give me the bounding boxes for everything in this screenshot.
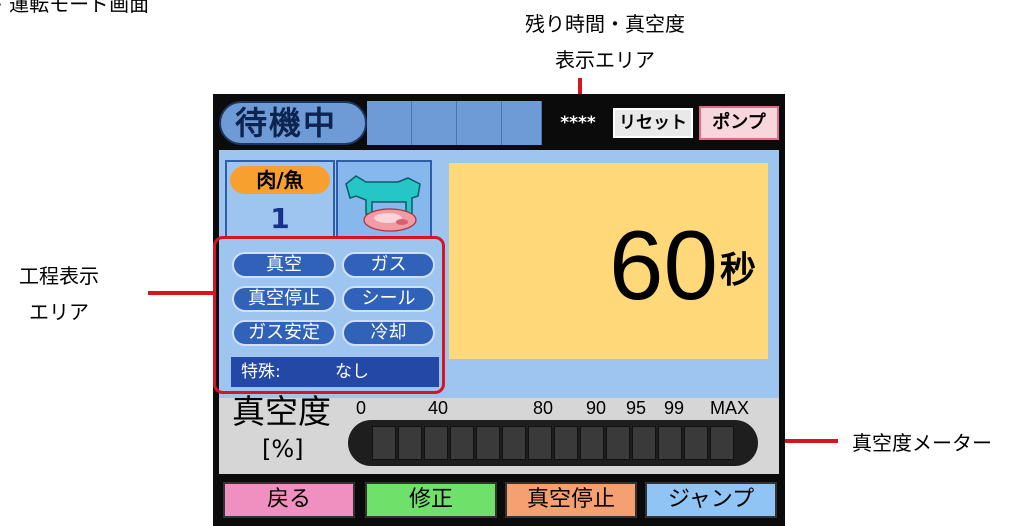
remaining-time-label-line1: 残り時間・真空度 [525, 12, 685, 36]
meter-segment [398, 426, 422, 460]
meter-tick: 80 [533, 398, 554, 418]
header-slot [502, 101, 542, 145]
remaining-time-unit: 秒 [720, 250, 757, 291]
process-label-line2: エリア [29, 300, 89, 324]
meter-tick: 95 [626, 398, 647, 418]
meter-segment [502, 426, 526, 460]
vacuum-stop-button[interactable]: 真空停止 [505, 482, 637, 518]
process-area-highlight [213, 236, 445, 394]
meter-tick: 40 [428, 398, 449, 418]
password-mask: **** [560, 113, 596, 133]
header-slot [412, 101, 457, 145]
vacuum-meter-bar [348, 420, 758, 466]
meter-segment [710, 426, 734, 460]
meter-tick: MAX [710, 398, 750, 418]
meter-segment [372, 426, 396, 460]
pump-button[interactable]: ポンプ [699, 106, 779, 140]
header-slot [457, 101, 502, 145]
vacuum-unit: [%] [262, 435, 304, 463]
cow-meat-icon [345, 175, 421, 232]
reset-button[interactable]: リセット [613, 108, 693, 138]
meter-tick: 90 [586, 398, 607, 418]
back-button[interactable]: 戻る [223, 482, 355, 518]
remaining-time-value: 60 [608, 210, 718, 320]
process-label-line1: 工程表示 [19, 264, 99, 288]
edit-button[interactable]: 修正 [365, 482, 497, 518]
page-heading-label: > 運転モード画面 [0, 0, 150, 16]
mode-icon-card[interactable] [336, 160, 432, 238]
meter-label: 真空度メーター [852, 431, 992, 455]
process-pointer-line [148, 291, 214, 295]
meter-tick: 0 [356, 398, 367, 418]
meter-segment [658, 426, 682, 460]
meter-segment [684, 426, 708, 460]
header-slot [367, 101, 412, 145]
jump-button[interactable]: ジャンプ [645, 482, 777, 518]
meter-segment [528, 426, 552, 460]
mode-number: 1 [270, 202, 290, 235]
meter-segment [450, 426, 474, 460]
meter-tick: 99 [664, 398, 685, 418]
mode-category: 肉/魚 [230, 166, 330, 194]
remaining-time-label-line2: 表示エリア [555, 48, 655, 72]
vacuum-title: 真空度 [232, 392, 331, 431]
meter-segment [606, 426, 630, 460]
meter-segment [580, 426, 604, 460]
meter-segment [554, 426, 578, 460]
meter-segment [476, 426, 500, 460]
meter-segment [632, 426, 656, 460]
status-title: 待機中 [219, 101, 367, 145]
meter-segment [424, 426, 448, 460]
